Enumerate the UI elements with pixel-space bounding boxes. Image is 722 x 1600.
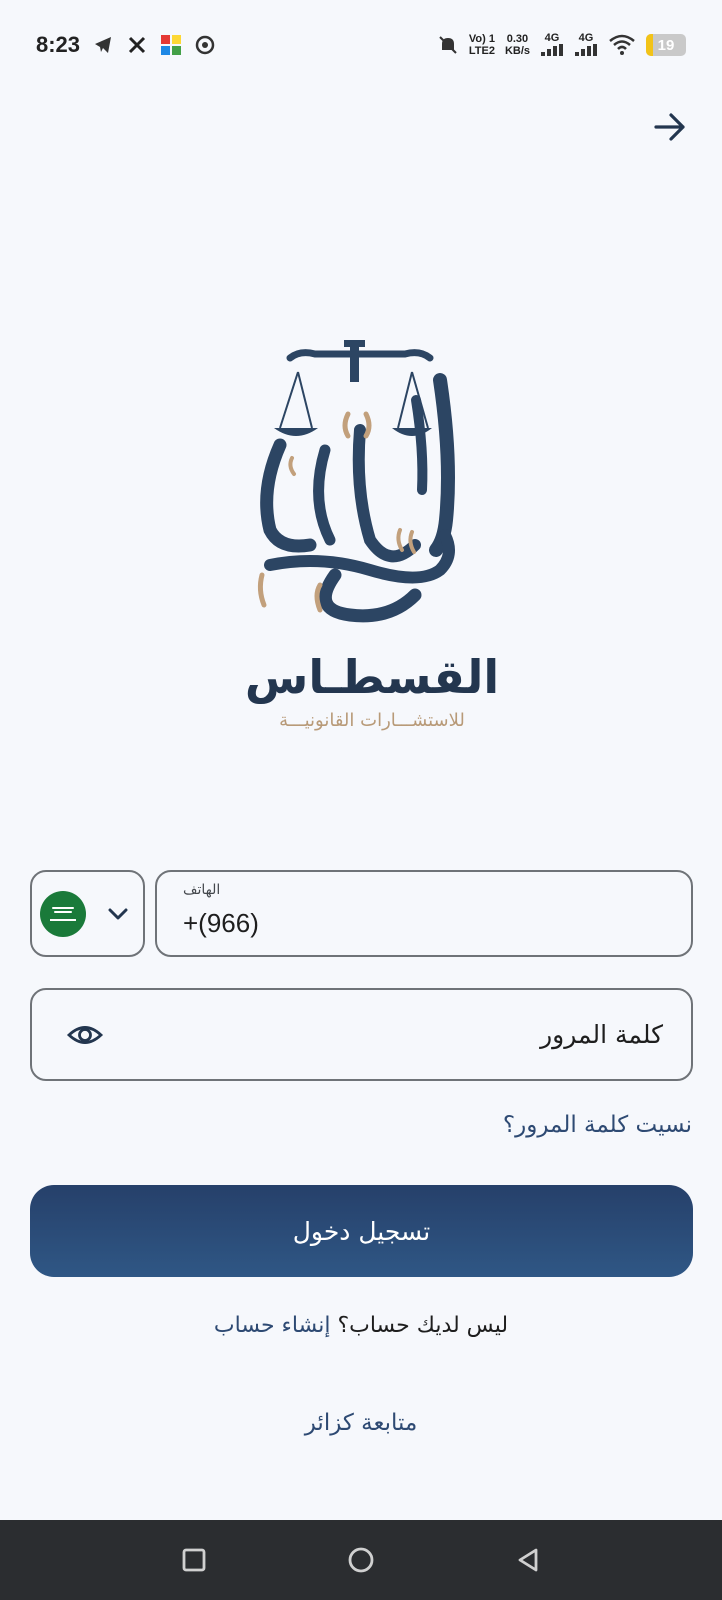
square-icon [182,1548,206,1572]
wifi-icon [608,34,636,56]
colorful-app-icon [160,34,182,56]
continue-as-guest-link[interactable]: متابعة كزائر [0,1410,722,1436]
recents-button[interactable] [174,1540,214,1580]
chevron-down-icon [108,908,128,919]
network-speed: 0.30 KB/s [504,33,530,57]
back-nav-button[interactable] [508,1540,548,1580]
logo-name: القسطـاس [244,650,500,704]
arrow-right-icon [654,113,685,141]
back-button[interactable] [650,107,690,147]
telegram-icon [92,34,114,56]
eye-icon[interactable] [66,1016,104,1054]
home-button[interactable] [341,1540,381,1580]
signal-sim2: 4G [574,32,598,59]
signup-row: ليس لديك حساب؟ إنشاء حساب [0,1313,722,1338]
system-nav-bar [0,1520,722,1600]
password-field[interactable]: كلمة المرور [30,988,693,1081]
no-account-text: ليس لديك حساب؟ [337,1313,509,1338]
status-right: Vo) 1 LTE2 0.30 KB/s 4G 4G 19 [437,32,686,59]
whatsapp-icon [194,34,216,56]
login-button[interactable]: تسجيل دخول [30,1185,693,1277]
create-account-link[interactable]: إنشاء حساب [214,1313,331,1338]
logo-subtitle: للاستشـــارات القانونيـــة [279,710,465,731]
mute-bell-icon [437,34,459,56]
circle-icon [348,1547,374,1573]
network-type: Vo) 1 LTE2 [468,33,495,57]
battery-indicator: 19 [646,34,686,56]
status-bar: 8:23 Vo) 1 LTE2 0.30 KB/s 4G 4G 19 [0,0,722,90]
signal-bars-icon [541,43,563,56]
x-app-icon [126,34,148,56]
phone-field[interactable]: الهاتف +(966) [155,870,693,957]
password-placeholder: كلمة المرور [540,1020,663,1049]
phone-label: الهاتف [183,882,221,898]
login-screen: 8:23 Vo) 1 LTE2 0.30 KB/s 4G 4G 19 القسط… [0,0,722,1600]
status-time: 8:23 [36,32,81,57]
status-left: 8:23 [36,32,216,58]
signal-sim1: 4G [540,32,564,59]
saudi-flag-icon [40,890,86,937]
forgot-password-link[interactable]: نسيت كلمة المرور؟ [503,1112,692,1138]
triangle-back-icon [518,1548,538,1572]
signal-bars-icon [575,43,597,56]
country-code-selector[interactable] [30,870,145,957]
phone-input-value[interactable]: +(966) [183,908,259,939]
